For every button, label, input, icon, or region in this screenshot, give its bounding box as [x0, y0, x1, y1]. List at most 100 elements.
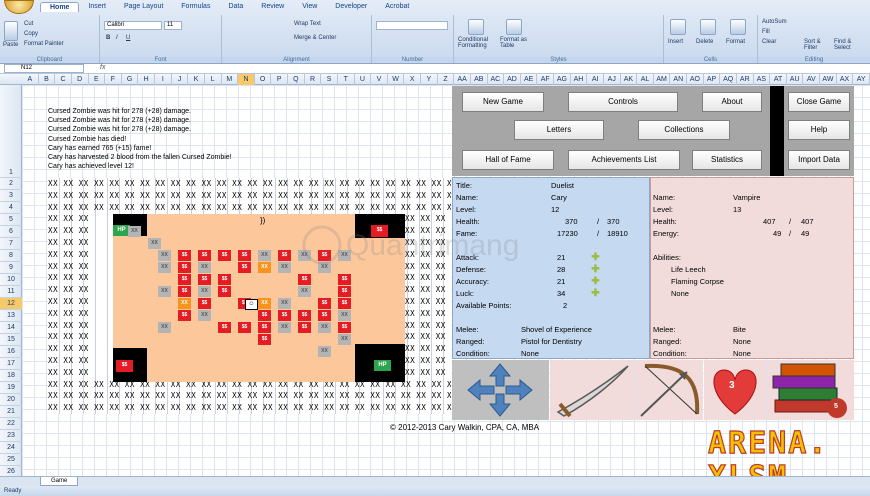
- column-header[interactable]: C: [55, 74, 72, 85]
- italic-icon[interactable]: I: [116, 35, 118, 41]
- column-header[interactable]: AS: [754, 74, 771, 85]
- column-header[interactable]: AM: [654, 74, 671, 85]
- number-format-select[interactable]: [376, 21, 448, 30]
- delete-cells-button[interactable]: Delete: [696, 39, 713, 45]
- find-select-button[interactable]: Find & Select: [834, 39, 864, 51]
- tab-view[interactable]: View: [293, 2, 326, 12]
- column-header[interactable]: AC: [488, 74, 505, 85]
- column-header[interactable]: AF: [537, 74, 555, 85]
- column-header[interactable]: B: [39, 74, 56, 85]
- help-button[interactable]: Help: [788, 120, 850, 140]
- format-painter-button[interactable]: Format Painter: [24, 41, 64, 47]
- column-header[interactable]: R: [305, 74, 322, 85]
- column-header[interactable]: AL: [637, 74, 654, 85]
- row-header[interactable]: 18: [0, 370, 22, 382]
- hall-of-fame-button[interactable]: Hall of Fame: [462, 150, 554, 170]
- column-header[interactable]: Y: [421, 74, 438, 85]
- column-header[interactable]: P: [271, 74, 289, 85]
- accuracy-plus-icon[interactable]: ✚: [591, 277, 600, 287]
- row-header[interactable]: 15: [0, 334, 22, 346]
- row-header[interactable]: 20: [0, 394, 22, 406]
- column-header[interactable]: AQ: [720, 74, 737, 85]
- tab-page-layout[interactable]: Page Layout: [115, 2, 172, 12]
- column-header[interactable]: AB: [471, 74, 488, 85]
- sort-filter-button[interactable]: Sort & Filter: [804, 39, 832, 51]
- tab-formulas[interactable]: Formulas: [172, 2, 219, 12]
- delete-cells-icon[interactable]: [700, 19, 716, 35]
- office-button[interactable]: [4, 0, 34, 14]
- copy-button[interactable]: Copy: [24, 31, 38, 37]
- column-header[interactable]: S: [321, 74, 338, 85]
- row-header[interactable]: 5: [0, 214, 22, 226]
- column-header[interactable]: AO: [687, 74, 704, 85]
- row-header[interactable]: 1: [0, 162, 22, 178]
- column-header[interactable]: AV: [803, 74, 821, 85]
- tab-review[interactable]: Review: [252, 2, 293, 12]
- column-header[interactable]: G: [122, 74, 139, 85]
- new-game-button[interactable]: New Game: [462, 92, 544, 112]
- achievements-button[interactable]: Achievements List: [568, 150, 680, 170]
- wrap-text-button[interactable]: Wrap Text: [294, 21, 321, 27]
- row-header[interactable]: 2: [0, 178, 22, 190]
- import-data-button[interactable]: Import Data: [788, 150, 850, 170]
- tab-developer[interactable]: Developer: [326, 2, 376, 12]
- row-header[interactable]: 4: [0, 202, 22, 214]
- format-cells-button[interactable]: Format: [726, 39, 745, 45]
- column-header[interactable]: L: [205, 74, 222, 85]
- move-action[interactable]: [452, 360, 549, 420]
- insert-cells-button[interactable]: Insert: [668, 39, 683, 45]
- column-header[interactable]: U: [355, 74, 372, 85]
- format-table-button[interactable]: Format as Table: [500, 37, 530, 49]
- name-box[interactable]: N12: [4, 64, 84, 73]
- column-header[interactable]: E: [89, 74, 106, 85]
- column-header[interactable]: V: [371, 74, 388, 85]
- tab-insert[interactable]: Insert: [79, 2, 115, 12]
- column-header[interactable]: AN: [670, 74, 688, 85]
- format-table-icon[interactable]: [506, 19, 522, 35]
- statistics-button[interactable]: Statistics: [692, 150, 762, 170]
- column-header[interactable]: Z: [438, 74, 455, 85]
- row-header[interactable]: 17: [0, 358, 22, 370]
- column-header[interactable]: O: [255, 74, 272, 85]
- column-header[interactable]: AT: [770, 74, 787, 85]
- books-action[interactable]: 5: [767, 360, 854, 420]
- column-header[interactable]: AU: [787, 74, 804, 85]
- column-header[interactable]: M: [222, 74, 239, 85]
- column-header[interactable]: Q: [288, 74, 305, 85]
- font-size-select[interactable]: 11: [164, 21, 182, 30]
- column-header[interactable]: A: [22, 74, 39, 85]
- potion-action[interactable]: 3: [704, 360, 766, 420]
- column-header[interactable]: AP: [704, 74, 721, 85]
- row-header[interactable]: 7: [0, 238, 22, 250]
- paste-icon[interactable]: [4, 21, 18, 41]
- format-cells-icon[interactable]: [730, 19, 746, 35]
- sheet-tab-game[interactable]: Game: [40, 477, 79, 486]
- column-header[interactable]: AW: [820, 74, 837, 85]
- column-header[interactable]: AK: [621, 74, 638, 85]
- dungeon-map[interactable]: XX XX XX XX XX XX XX XX XX XX XX XX XX X…: [48, 178, 451, 414]
- melee-action[interactable]: [550, 360, 634, 420]
- column-header[interactable]: AY: [853, 74, 870, 85]
- column-header[interactable]: D: [72, 74, 89, 85]
- fill-button[interactable]: Fill: [762, 29, 770, 35]
- fx-icon[interactable]: fx: [100, 64, 105, 71]
- tab-data[interactable]: Data: [219, 2, 252, 12]
- clear-button[interactable]: Clear: [762, 39, 776, 45]
- bold-icon[interactable]: B: [106, 35, 110, 41]
- ranged-action[interactable]: [635, 360, 703, 420]
- row-header[interactable]: 3: [0, 190, 22, 202]
- row-header[interactable]: 14: [0, 322, 22, 334]
- font-name-select[interactable]: Calibri: [104, 21, 162, 30]
- column-header[interactable]: AE: [521, 74, 538, 85]
- column-header[interactable]: AD: [504, 74, 521, 85]
- column-header[interactable]: J: [172, 74, 189, 85]
- insert-cells-icon[interactable]: [670, 19, 686, 35]
- paste-button[interactable]: Paste: [3, 42, 18, 48]
- column-header[interactable]: X: [404, 74, 422, 85]
- column-header[interactable]: T: [338, 74, 355, 85]
- row-header[interactable]: 11: [0, 286, 22, 298]
- column-header[interactable]: I: [155, 74, 172, 85]
- row-header[interactable]: 25: [0, 454, 22, 466]
- column-header[interactable]: AJ: [604, 74, 621, 85]
- tab-home[interactable]: Home: [40, 2, 80, 12]
